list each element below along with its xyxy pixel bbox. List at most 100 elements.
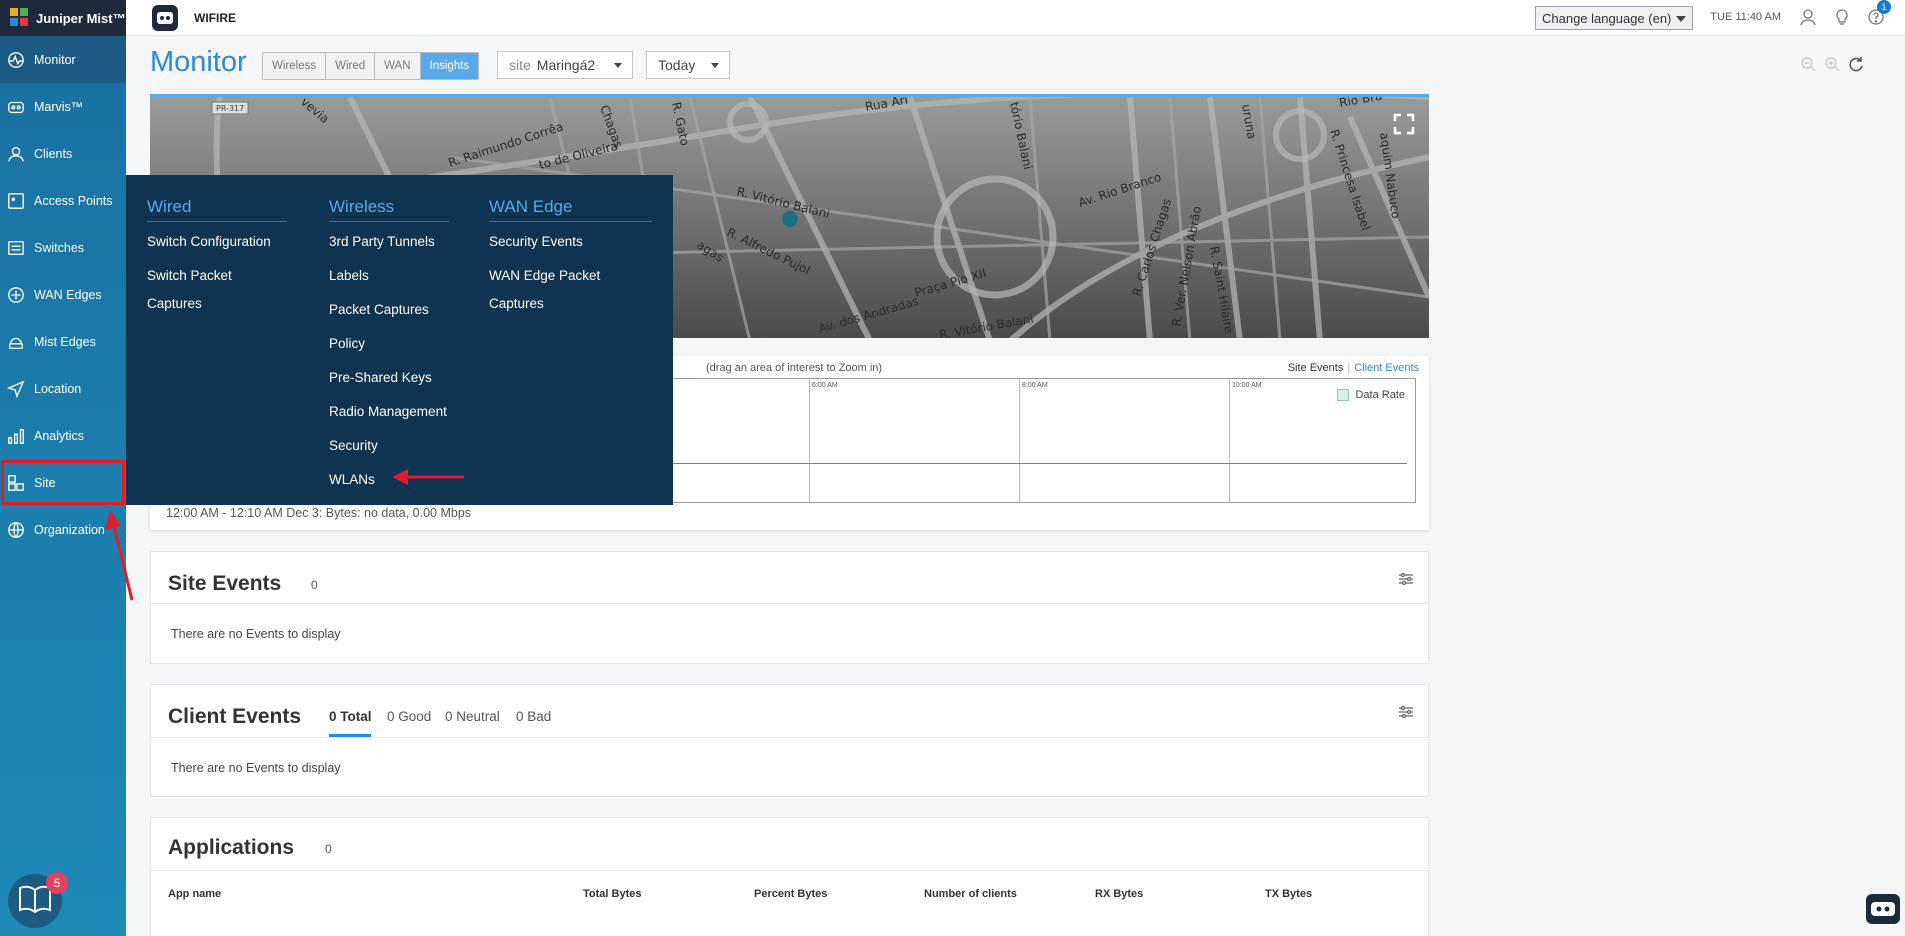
column-header[interactable]: Total Bytes	[583, 888, 641, 900]
site-events-toggle[interactable]: Site Events	[1288, 362, 1344, 374]
tick-label: 10:00 AM	[1232, 382, 1262, 389]
tab-wired[interactable]: Wired	[326, 53, 376, 79]
site-select-label: site	[509, 57, 531, 73]
clock: TUE 11:40 AM	[1710, 11, 1781, 23]
site-icon	[6, 473, 26, 493]
column-header[interactable]: TX Bytes	[1265, 888, 1312, 900]
menu-column-wired: Wired Switch Configuration Switch Packet…	[147, 197, 287, 311]
tick-label: 8:00 AM	[1022, 382, 1048, 389]
sidebar-item-analytics[interactable]: Analytics	[0, 412, 126, 459]
chevron-down-icon	[614, 63, 622, 68]
access-point-icon	[6, 191, 26, 211]
tick-label: 6:00 AM	[812, 382, 838, 389]
menu-item-pre-shared-keys[interactable]: Pre-Shared Keys	[329, 364, 449, 398]
menu-item-switch-configuration[interactable]: Switch Configuration	[147, 228, 287, 262]
menu-item-policy[interactable]: Policy	[329, 330, 449, 364]
tab-wireless[interactable]: Wireless	[263, 53, 327, 79]
fullscreen-button[interactable]	[1389, 109, 1419, 139]
menu-item-labels[interactable]: Labels	[329, 262, 449, 296]
divider: |	[1347, 362, 1351, 374]
monitor-icon	[6, 50, 26, 70]
tab-total[interactable]: 0 Total	[329, 709, 372, 724]
site-select[interactable]: site Maringá2	[497, 51, 633, 79]
sidebar-item-location[interactable]: Location	[0, 365, 126, 412]
annotation-arrow-wlans	[392, 469, 464, 485]
menu-item-3rd-party-tunnels[interactable]: 3rd Party Tunnels	[329, 228, 449, 262]
sidebar-item-label: Clients	[34, 146, 73, 161]
sidebar-item-monitor[interactable]: Monitor	[0, 36, 126, 83]
filter-icon[interactable]	[1398, 705, 1414, 719]
empty-message: There are no Events to display	[171, 627, 341, 641]
marvis-chat-button[interactable]	[1866, 894, 1900, 924]
menu-heading-wired: Wired	[147, 197, 287, 222]
menu-item-security-events[interactable]: Security Events	[489, 228, 652, 262]
org-name[interactable]: WIFIRE	[194, 11, 236, 25]
tab-good[interactable]: 0 Good	[387, 709, 431, 724]
sidebar-item-mist-edges[interactable]: Mist Edges	[0, 318, 126, 365]
sidebar-item-access-points[interactable]: Access Points	[0, 177, 126, 224]
menu-column-wan-edge: WAN Edge Security Events WAN Edge Packet…	[489, 197, 652, 311]
card-title: Site Events	[168, 572, 282, 595]
applications-card: Applications 0 App name Total Bytes Perc…	[150, 817, 1429, 936]
tick-line	[1019, 379, 1020, 502]
site-menu: Wired Switch Configuration Switch Packet…	[126, 175, 673, 505]
zoom-in-icon[interactable]	[1824, 56, 1840, 72]
zoom-out-icon[interactable]	[1800, 56, 1816, 72]
sidebar-item-site[interactable]: Site	[0, 459, 126, 506]
client-events-card: Client Events 0 Total 0 Good 0 Neutral 0…	[150, 684, 1429, 797]
date-select-value: Today	[658, 57, 696, 73]
sidebar-item-label: Monitor	[34, 52, 76, 67]
legend-swatch	[1337, 389, 1350, 401]
column-header[interactable]: Number of clients	[924, 888, 1017, 900]
sidebar-item-label: Switches	[34, 240, 85, 255]
refresh-icon[interactable]	[1848, 56, 1864, 72]
notification-badge: 1	[1877, 0, 1891, 14]
menu-item-radio-management[interactable]: Radio Management	[329, 398, 449, 432]
divider	[151, 870, 1428, 871]
menu-item-wlans[interactable]: WLANs	[329, 472, 375, 487]
site-select-value: Maringá2	[536, 57, 596, 73]
app-count: 0	[325, 842, 332, 856]
menu-item-packet-captures[interactable]: Packet Captures	[329, 296, 449, 330]
site-location-marker	[782, 211, 798, 227]
filter-icon[interactable]	[1398, 572, 1414, 586]
brand[interactable]: Juniper Mist™	[0, 0, 126, 36]
tab-neutral[interactable]: 0 Neutral	[445, 709, 500, 724]
sidebar-item-label: WAN Edges	[34, 287, 102, 302]
sidebar-item-label: Site	[34, 475, 56, 490]
client-events-toggle[interactable]: Client Events	[1354, 362, 1419, 374]
menu-heading-wan-edge: WAN Edge	[489, 197, 652, 222]
column-header[interactable]: App name	[168, 888, 221, 900]
site-events-card: Site Events 0 There are no Events to dis…	[150, 551, 1429, 664]
timeline-summary: 12:00 AM - 12:10 AM Dec 3: Bytes: no dat…	[166, 506, 472, 520]
date-select[interactable]: Today	[646, 51, 730, 79]
sidebar-item-clients[interactable]: Clients	[0, 130, 126, 177]
tab-wan[interactable]: WAN	[375, 53, 421, 79]
empty-message: There are no Events to display	[171, 761, 341, 775]
tab-insights[interactable]: Insights	[420, 53, 479, 79]
sidebar-item-wan-edges[interactable]: WAN Edges	[0, 271, 126, 318]
tab-bad[interactable]: 0 Bad	[516, 709, 551, 724]
language-select[interactable]: Change language (en)	[1535, 6, 1693, 30]
user-icon[interactable]	[1799, 8, 1817, 26]
juniper-logo-icon	[10, 8, 30, 28]
chart-legend: Data Rate	[1337, 389, 1405, 401]
sidebar-item-label: Mist Edges	[34, 334, 96, 349]
sidebar-item-marvis[interactable]: Marvis™	[0, 83, 126, 130]
column-header[interactable]: RX Bytes	[1095, 888, 1143, 900]
brand-name: Juniper Mist™	[36, 10, 126, 26]
sidebar-item-switches[interactable]: Switches	[0, 224, 126, 271]
switches-icon	[6, 238, 26, 258]
menu-item-switch-packet-captures[interactable]: Switch Packet Captures	[147, 262, 287, 311]
sidebar-item-label: Marvis™	[34, 99, 84, 114]
menu-item-security[interactable]: Security	[329, 432, 449, 466]
divider	[151, 737, 1428, 738]
organization-icon	[6, 520, 26, 540]
sidebar-item-label: Analytics	[34, 428, 85, 443]
menu-item-wan-edge-packet-captures[interactable]: WAN Edge Packet Captures	[489, 262, 652, 311]
org-icon[interactable]	[152, 4, 178, 31]
help-count-badge: 5	[46, 872, 68, 894]
lightbulb-icon[interactable]	[1833, 8, 1851, 26]
analytics-icon	[6, 426, 26, 446]
column-header[interactable]: Percent Bytes	[754, 888, 827, 900]
